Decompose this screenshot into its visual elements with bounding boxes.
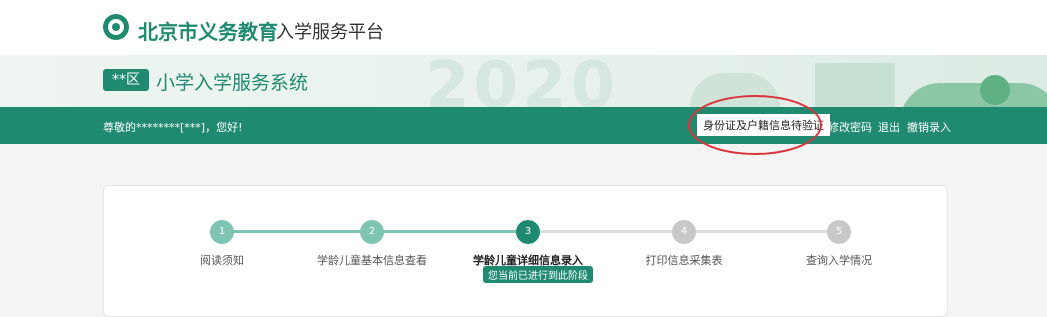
step-connector xyxy=(684,230,839,233)
step-2-circle: 2 xyxy=(360,220,384,244)
platform-title: 北京市义务教育 xyxy=(138,20,278,44)
step-connector xyxy=(528,230,684,233)
progress-card: 1 2 3 4 5 阅读须知 学龄儿童基本信息查看 学龄儿童详细信息录入 打印信… xyxy=(103,185,948,317)
current-stage-tag: 您当前已进行到此阶段 xyxy=(483,266,593,283)
top-header: 北京市义务教育 入学服务平台 xyxy=(0,0,1047,55)
step-5-label: 查询入学情况 xyxy=(806,254,872,267)
step-1-circle: 1 xyxy=(210,220,234,244)
tree-illustration xyxy=(980,75,1010,105)
cancel-registration-link[interactable]: 撤销录入 xyxy=(907,119,951,135)
step-1-label: 阅读须知 xyxy=(200,254,244,267)
step-5-circle: 5 xyxy=(827,220,851,244)
building-illustration xyxy=(815,63,895,107)
user-greeting: 尊敬的********[***]，您好! xyxy=(103,121,243,134)
step-4-circle: 4 xyxy=(672,220,696,244)
step-2-label: 学龄儿童基本信息查看 xyxy=(317,254,427,267)
platform-subtitle: 入学服务平台 xyxy=(276,22,384,43)
red-circle-annotation xyxy=(688,95,822,155)
logout-link[interactable]: 退出 xyxy=(878,119,900,135)
district-badge: **区 xyxy=(103,69,149,91)
hill-illustration xyxy=(900,83,1047,107)
step-connector xyxy=(372,230,528,233)
step-4-label: 打印信息采集表 xyxy=(645,254,723,267)
banner-year-watermark: 2020 xyxy=(425,55,620,107)
emblem-icon xyxy=(103,14,129,40)
change-password-link[interactable]: 修改密码 xyxy=(828,119,872,135)
step-3-circle: 3 xyxy=(516,220,540,244)
step-connector xyxy=(222,230,372,233)
nav-bar: 尊敬的********[***]，您好! 身份证及户籍信息待验证 修改密码 退出… xyxy=(0,107,1047,144)
system-title: 小学入学服务系统 xyxy=(156,72,309,94)
